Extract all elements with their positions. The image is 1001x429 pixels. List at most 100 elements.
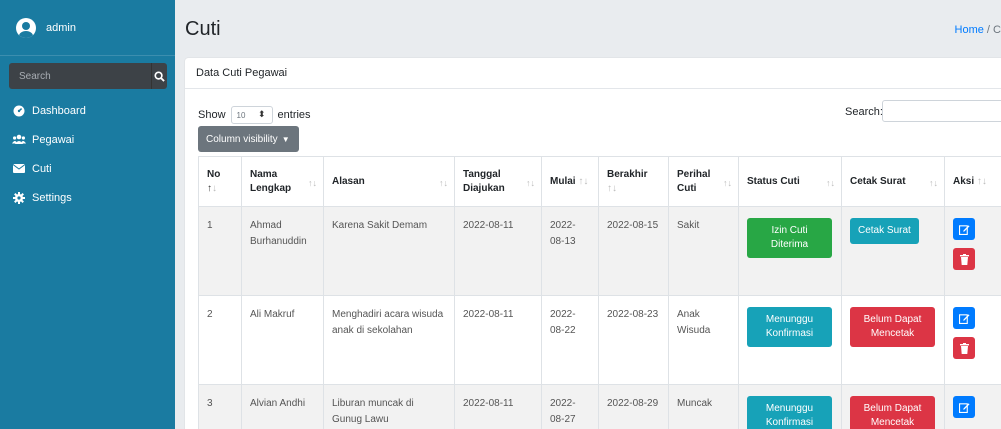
sort-icon: ↑↓ <box>308 178 317 188</box>
cell-mulai: 2022-08-22 <box>541 295 599 385</box>
sort-icon: ↑↓ <box>976 175 987 187</box>
column-header-no[interactable]: No ↑↓ <box>198 156 242 207</box>
trash-icon <box>959 342 969 354</box>
search-icon <box>154 70 165 82</box>
cell-perihal: Muncak <box>668 384 739 429</box>
table-header-row: No ↑↓ Nama Lengkap ↑↓ Alasan ↑↓ Tanggal Di… <box>198 156 1001 207</box>
sidebar-item-settings[interactable]: Settings <box>0 183 175 212</box>
sidebar-item-label: Pegawai <box>32 133 75 146</box>
table-row: 3 Alvian Andhi Liburan muncak di Gunug L… <box>198 384 1001 429</box>
column-header-cetak[interactable]: Cetak Surat ↑↓ <box>841 156 945 207</box>
column-header-aksi[interactable]: Aksi ↑↓ <box>944 156 1001 207</box>
sort-icon: ↑↓ <box>578 175 589 187</box>
cell-cetak: Cetak Surat <box>841 206 945 296</box>
table-row: 1 Ahmad Burhanuddin Karena Sakit Demam 2… <box>198 206 1001 296</box>
status-pending-badge: Menunggu Konfirmasi <box>747 307 832 347</box>
column-header-nama[interactable]: Nama Lengkap ↑↓ <box>241 156 324 207</box>
sort-icon: ↑↓ <box>607 182 617 194</box>
dashboard-icon <box>12 104 26 118</box>
edit-button[interactable] <box>953 307 975 329</box>
cell-cetak: Belum Dapat Mencetak <box>841 295 945 385</box>
main-content: Cuti Home / C Data Cuti Pegawai Show 10 … <box>175 0 1001 429</box>
breadcrumb-current: C <box>993 24 1001 36</box>
cell-mulai: 2022-08-13 <box>541 206 599 296</box>
sort-icon: ↑↓ <box>439 178 448 188</box>
cell-tanggal: 2022-08-11 <box>454 384 542 429</box>
entries-select[interactable]: 10 <box>230 106 273 124</box>
status-approved-badge: Izin Cuti Diterima <box>747 218 832 258</box>
cell-no: 1 <box>198 206 242 296</box>
trash-icon <box>959 253 969 265</box>
user-panel[interactable]: admin <box>0 0 175 56</box>
cell-berakhir: 2022-08-15 <box>598 206 669 296</box>
sort-icon: ↑↓ <box>929 178 938 188</box>
cell-aksi <box>944 384 1001 429</box>
column-visibility-button[interactable]: Column visibility ▼ <box>198 126 299 152</box>
cell-nama: Ahmad Burhanuddin <box>241 206 324 296</box>
breadcrumb-home-link[interactable]: Home <box>955 24 984 36</box>
sidebar-item-label: Dashboard <box>32 104 86 117</box>
user-name: admin <box>46 21 76 34</box>
cannot-print-badge: Belum Dapat Mencetak <box>850 307 935 347</box>
sidebar-search-input[interactable] <box>9 63 151 89</box>
gear-icon <box>12 191 26 205</box>
edit-icon <box>958 313 970 324</box>
cell-nama: Ali Makruf <box>241 295 324 385</box>
envelope-icon <box>12 162 26 176</box>
column-header-status[interactable]: Status Cuti ↑↓ <box>738 156 842 207</box>
sidebar: admin Dashboard Pegawai Cuti Settings <box>0 0 175 429</box>
users-icon <box>12 133 26 147</box>
cell-status: Izin Cuti Diterima <box>738 206 842 296</box>
edit-icon <box>958 224 970 235</box>
entries-length-control: Show 10 entries <box>198 106 311 124</box>
table-search-input[interactable] <box>882 100 1001 122</box>
cell-status: Menunggu Konfirmasi <box>738 384 842 429</box>
cell-alasan: Menghadiri acara wisuda anak di sekolaha… <box>323 295 455 385</box>
sidebar-nav: Dashboard Pegawai Cuti Settings <box>0 96 175 212</box>
sort-icon: ↓ <box>212 182 217 194</box>
user-avatar-icon <box>16 17 36 38</box>
cell-alasan: Liburan muncak di Gunug Lawu <box>323 384 455 429</box>
caret-down-icon: ▼ <box>281 134 290 144</box>
edit-button[interactable] <box>953 396 975 418</box>
sidebar-item-pegawai[interactable]: Pegawai <box>0 125 175 154</box>
column-header-tanggal[interactable]: Tanggal Diajukan ↑↓ <box>454 156 542 207</box>
sort-icon: ↑↓ <box>723 178 732 188</box>
column-header-mulai[interactable]: Mulai ↑↓ <box>541 156 599 207</box>
sidebar-item-label: Settings <box>32 191 72 204</box>
edit-button[interactable] <box>953 218 975 240</box>
column-header-alasan[interactable]: Alasan ↑↓ <box>323 156 455 207</box>
column-header-perihal[interactable]: Perihal Cuti ↑↓ <box>668 156 739 207</box>
cell-nama: Alvian Andhi <box>241 384 324 429</box>
status-pending-badge: Menunggu Konfirmasi <box>747 396 832 429</box>
sidebar-search-button[interactable] <box>151 63 167 89</box>
cell-perihal: Anak Wisuda <box>668 295 739 385</box>
cell-berakhir: 2022-08-29 <box>598 384 669 429</box>
data-card: Data Cuti Pegawai Show 10 entries Search… <box>185 58 1001 429</box>
print-letter-button[interactable]: Cetak Surat <box>850 218 919 244</box>
sidebar-item-cuti[interactable]: Cuti <box>0 154 175 183</box>
sidebar-item-dashboard[interactable]: Dashboard <box>0 96 175 125</box>
show-label: Show <box>198 109 226 121</box>
sort-icon: ↑↓ <box>526 178 535 188</box>
cell-perihal: Sakit <box>668 206 739 296</box>
cell-tanggal: 2022-08-11 <box>454 295 542 385</box>
column-header-berakhir[interactable]: Berakhir ↑↓ <box>598 156 669 207</box>
cell-tanggal: 2022-08-11 <box>454 206 542 296</box>
entries-label: entries <box>277 109 311 121</box>
cell-mulai: 2022-08-27 <box>541 384 599 429</box>
delete-button[interactable] <box>953 248 975 270</box>
cell-aksi <box>944 295 1001 385</box>
column-visibility-label: Column visibility <box>206 133 278 145</box>
cell-status: Menunggu Konfirmasi <box>738 295 842 385</box>
cell-berakhir: 2022-08-23 <box>598 295 669 385</box>
sidebar-search <box>9 63 167 89</box>
cell-aksi <box>944 206 1001 296</box>
cell-cetak: Belum Dapat Mencetak <box>841 384 945 429</box>
cell-no: 2 <box>198 295 242 385</box>
card-title: Data Cuti Pegawai <box>185 58 1001 89</box>
breadcrumb: Home / C <box>955 24 1001 36</box>
delete-button[interactable] <box>953 337 975 359</box>
breadcrumb-separator: / <box>986 24 990 36</box>
page-title: Cuti <box>185 18 221 40</box>
